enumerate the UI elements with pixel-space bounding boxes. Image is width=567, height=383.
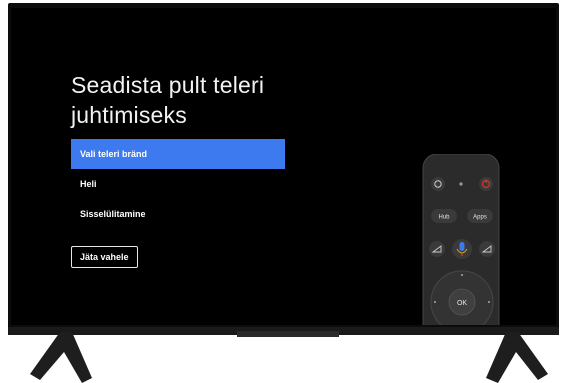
tv-screen: Seadista pult teleri juhtimiseks Vali te…	[11, 8, 556, 325]
menu-item-choose-brand[interactable]: Vali teleri bränd	[71, 139, 285, 169]
microphone-icon	[452, 239, 472, 259]
menu-item-sound[interactable]: Heli	[71, 169, 285, 199]
remote-illustration: Hub Apps OK	[422, 154, 500, 325]
tv-stand-left	[30, 332, 92, 383]
skip-button[interactable]: Jäta vahele	[71, 246, 138, 268]
setup-menu: Vali teleri bränd Heli Sisselülitamine	[71, 139, 285, 229]
ok-button-label: OK	[457, 300, 467, 307]
volume-down-icon	[429, 241, 445, 257]
apps-button-label: Apps	[473, 215, 487, 221]
title-line-1: Seadista pult teleri	[71, 72, 265, 98]
menu-item-power-on[interactable]: Sisselülitamine	[71, 199, 285, 229]
volume-up-icon	[479, 241, 495, 257]
tv-logo-strip	[237, 331, 339, 337]
title-line-2: juhtimiseks	[71, 102, 187, 128]
settings-icon	[431, 177, 445, 191]
page-title: Seadista pult teleri juhtimiseks	[71, 70, 371, 130]
power-icon	[479, 177, 493, 191]
hub-button-label: Hub	[438, 215, 450, 221]
tv-stand-right	[486, 332, 548, 383]
